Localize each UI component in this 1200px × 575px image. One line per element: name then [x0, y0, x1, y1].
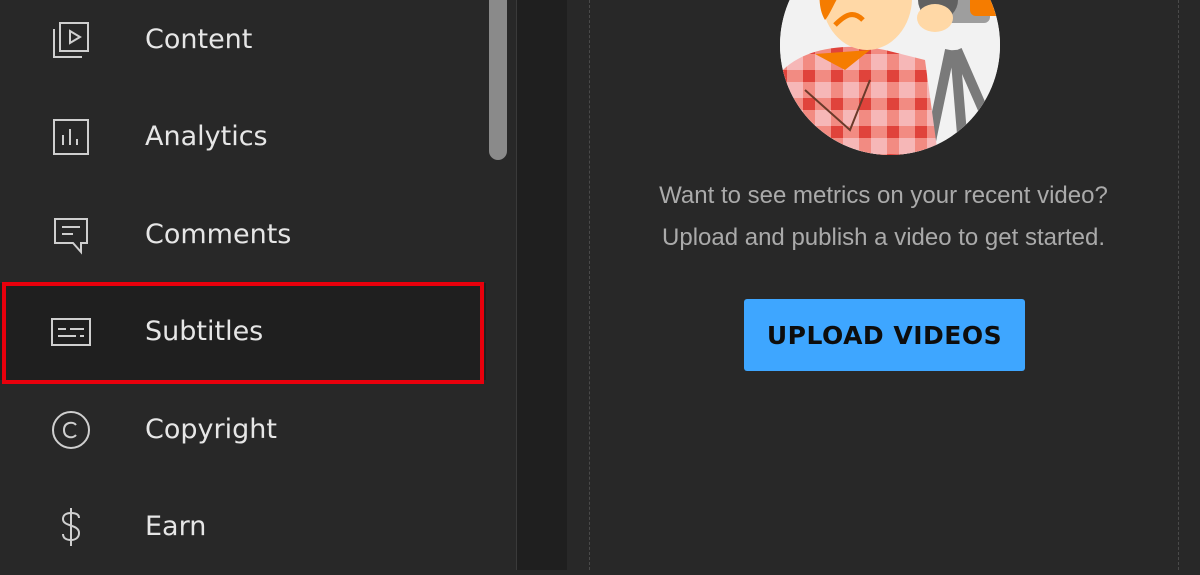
- card-border-right: [1178, 0, 1179, 570]
- camera-operator-illustration: [780, 0, 1000, 155]
- sidebar-item-label: Analytics: [145, 121, 268, 152]
- sidebar-item-comments[interactable]: Comments: [0, 186, 486, 283]
- sidebar-item-label: Content: [145, 24, 253, 55]
- sidebar-item-label: Subtitles: [145, 316, 264, 347]
- sidebar-item-subtitles[interactable]: Subtitles: [0, 283, 486, 380]
- comments-icon: [50, 214, 92, 256]
- sidebar-item-analytics[interactable]: Analytics: [0, 88, 486, 185]
- sidebar: Content Analytics Comments Subtitles Cop…: [0, 0, 517, 570]
- upload-videos-button[interactable]: UPLOAD VIDEOS: [744, 299, 1025, 371]
- card-border-left: [589, 0, 590, 570]
- sidebar-item-copyright[interactable]: Copyright: [0, 381, 486, 478]
- empty-state-message-line1: Want to see metrics on your recent video…: [659, 182, 1108, 209]
- sidebar-scrollbar[interactable]: [489, 0, 507, 160]
- sidebar-item-earn[interactable]: Earn: [0, 478, 486, 575]
- sidebar-item-label: Earn: [145, 511, 207, 542]
- analytics-icon: [50, 116, 92, 158]
- sidebar-item-content[interactable]: Content: [0, 0, 486, 88]
- dollar-icon: [50, 506, 92, 548]
- empty-state-message-line2: Upload and publish a video to get starte…: [662, 224, 1105, 251]
- recent-video-card: Want to see metrics on your recent video…: [567, 0, 1200, 570]
- copyright-icon: [50, 409, 92, 451]
- subtitles-icon: [50, 311, 92, 353]
- sidebar-item-label: Copyright: [145, 414, 277, 445]
- video-library-icon: [50, 19, 92, 61]
- sidebar-item-label: Comments: [145, 219, 292, 250]
- content-gutter: [517, 0, 567, 570]
